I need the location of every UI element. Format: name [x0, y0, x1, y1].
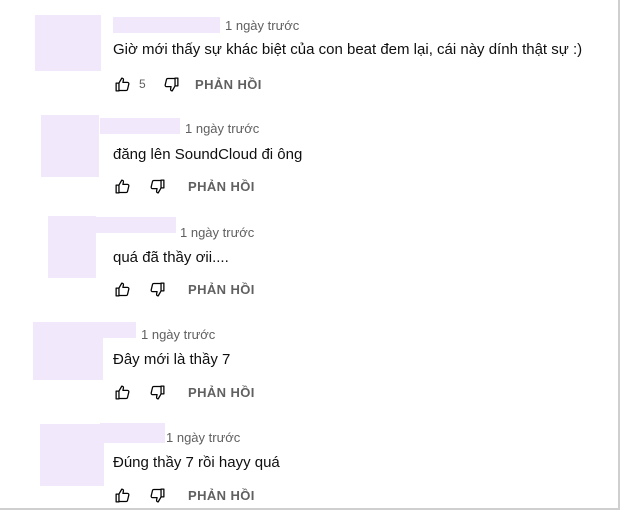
like-count: 5: [139, 77, 146, 91]
dislike-icon[interactable]: [147, 176, 167, 196]
comment-item: 1 ngày trước quá đã thầy ơii.... PHẢN HỒ…: [0, 206, 618, 309]
comment-actions: PHẢN HỒI: [112, 382, 255, 402]
comment-timestamp[interactable]: 1 ngày trước: [180, 225, 254, 240]
comment-text: Đây mới là thầy 7: [113, 351, 231, 368]
dislike-icon[interactable]: [147, 279, 167, 299]
avatar[interactable]: [40, 424, 104, 486]
comment-item: 1 ngày trước Đây mới là thầy 7 PHẢN HỒI: [0, 309, 618, 412]
like-icon[interactable]: [112, 382, 132, 402]
like-icon[interactable]: [112, 279, 132, 299]
comment-item: 1 ngày trước Giờ mới thấy sự khác biệt c…: [0, 0, 618, 103]
comments-section: 1 ngày trước Giờ mới thấy sự khác biệt c…: [0, 0, 620, 510]
author-name[interactable]: [100, 423, 165, 443]
comment-text: Giờ mới thấy sự khác biệt của con beat đ…: [113, 41, 583, 58]
like-icon[interactable]: [112, 485, 132, 505]
comment-actions: PHẢN HỒI: [112, 485, 255, 505]
comment-timestamp[interactable]: 1 ngày trước: [225, 18, 299, 33]
dislike-icon[interactable]: [147, 485, 167, 505]
comment-actions: 5 PHẢN HỒI: [112, 74, 262, 94]
avatar[interactable]: [33, 322, 103, 380]
avatar[interactable]: [48, 216, 96, 278]
dislike-icon[interactable]: [147, 382, 167, 402]
reply-button[interactable]: PHẢN HỒI: [195, 77, 262, 92]
reply-button[interactable]: PHẢN HỒI: [188, 488, 255, 503]
like-icon[interactable]: [112, 74, 132, 94]
comment-text: quá đã thầy ơii....: [113, 249, 229, 266]
author-name[interactable]: [100, 118, 180, 134]
comment-timestamp[interactable]: 1 ngày trước: [141, 327, 215, 342]
author-name[interactable]: [96, 217, 176, 233]
reply-button[interactable]: PHẢN HỒI: [188, 282, 255, 297]
like-icon[interactable]: [112, 176, 132, 196]
comment-item: 1 ngày trước đăng lên SoundCloud đi ông …: [0, 103, 618, 206]
comment-timestamp[interactable]: 1 ngày trước: [185, 121, 259, 136]
reply-button[interactable]: PHẢN HỒI: [188, 179, 255, 194]
author-name[interactable]: [100, 322, 136, 338]
comment-actions: PHẢN HỒI: [112, 279, 255, 299]
author-name[interactable]: [113, 17, 220, 33]
comment-actions: PHẢN HỒI: [112, 176, 255, 196]
comment-text: đăng lên SoundCloud đi ông: [113, 146, 303, 163]
comment-item: 1 ngày trước Đúng thầy 7 rồi hayy quá PH…: [0, 412, 618, 508]
avatar[interactable]: [41, 115, 99, 177]
avatar[interactable]: [35, 15, 101, 71]
dislike-icon[interactable]: [161, 74, 181, 94]
reply-button[interactable]: PHẢN HỒI: [188, 385, 255, 400]
comment-timestamp[interactable]: 1 ngày trước: [166, 430, 240, 445]
comment-text: Đúng thầy 7 rồi hayy quá: [113, 454, 280, 471]
